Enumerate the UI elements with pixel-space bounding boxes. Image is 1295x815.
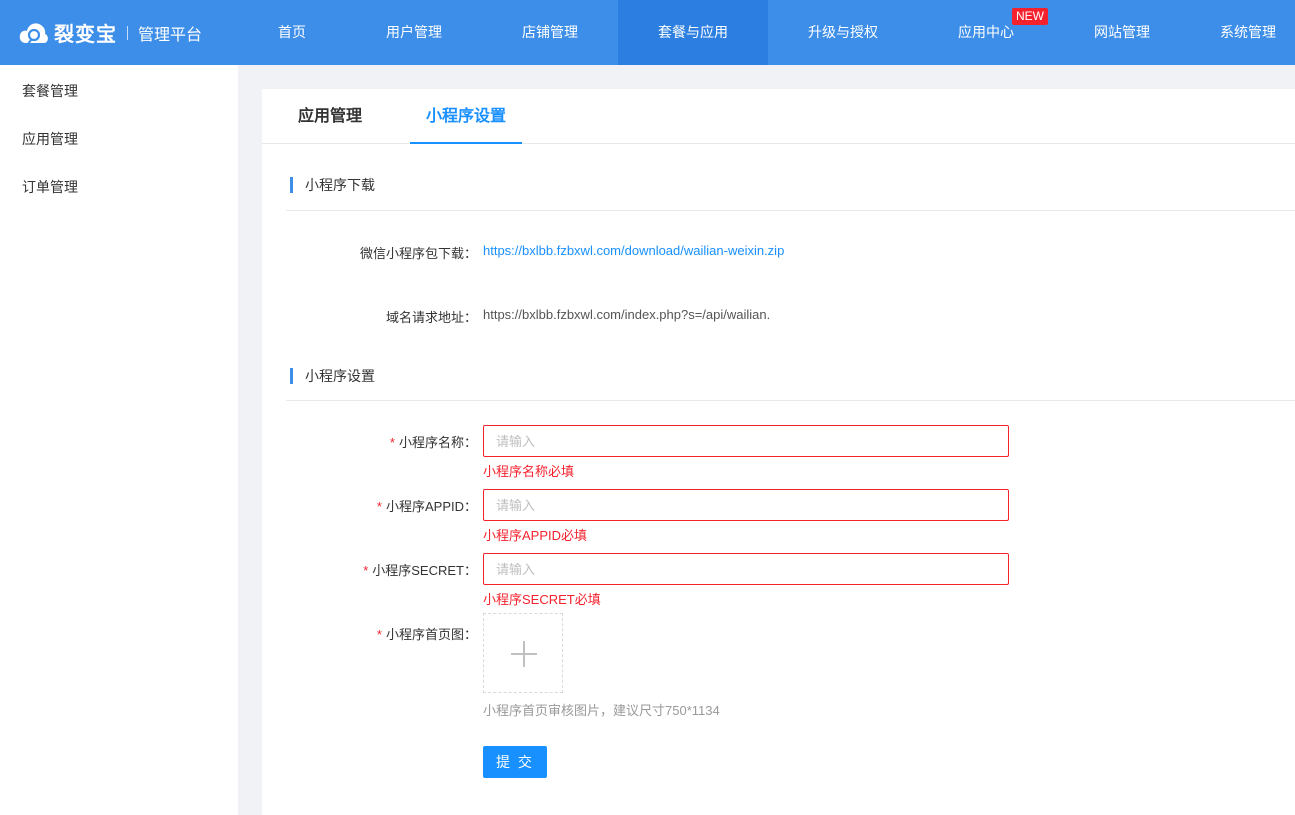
nav-item-label: 网站管理	[1094, 24, 1150, 40]
label-text: 小程序SECRET：	[372, 563, 477, 578]
nav-item-system[interactable]: 系统管理	[1190, 0, 1295, 65]
tab-app-management[interactable]: 应用管理	[282, 89, 378, 144]
miniprogram-appid-error: 小程序APPID必填	[483, 528, 588, 543]
nav-item-website[interactable]: 网站管理	[1054, 0, 1190, 65]
sidebar: 套餐管理 应用管理 订单管理	[0, 65, 238, 815]
top-nav: 首页 用户管理 店铺管理 套餐与应用 升级与授权 应用中心 NEW 网站管理 系…	[238, 0, 1295, 65]
homepage-image-upload[interactable]	[483, 613, 563, 693]
cloud-logo-icon	[18, 19, 50, 47]
sidebar-item-orders[interactable]: 订单管理	[22, 177, 78, 197]
tab-bar: 应用管理 小程序设置	[262, 89, 1295, 144]
nav-item-home[interactable]: 首页	[238, 0, 346, 65]
miniprogram-name-label: * 小程序名称：	[390, 432, 477, 451]
sidebar-item-packages[interactable]: 套餐管理	[22, 81, 78, 101]
required-mark: *	[363, 563, 369, 578]
domain-request-url: https://bxlbb.fzbxwl.com/index.php?s=/ap…	[483, 307, 771, 322]
miniprogram-secret-error: 小程序SECRET必填	[483, 592, 601, 607]
brand-divider	[127, 25, 128, 40]
tab-miniprogram-settings[interactable]: 小程序设置	[410, 89, 522, 144]
nav-item-label: 升级与授权	[808, 24, 878, 40]
homepage-image-label: * 小程序首页图：	[377, 624, 477, 643]
nav-item-label: 店铺管理	[522, 24, 578, 40]
label-text: 小程序首页图：	[385, 627, 477, 642]
nav-item-label: 套餐与应用	[658, 24, 728, 40]
label-text: 小程序名称：	[398, 435, 477, 450]
nav-item-label: 首页	[278, 24, 306, 40]
miniprogram-secret-label: * 小程序SECRET：	[363, 560, 477, 579]
label-text: 小程序APPID：	[385, 499, 477, 514]
nav-item-label: 系统管理	[1220, 24, 1276, 40]
sidebar-item-apps[interactable]: 应用管理	[22, 129, 78, 149]
section-divider	[286, 210, 1295, 211]
required-mark: *	[376, 627, 382, 642]
nav-item-upgrade-license[interactable]: 升级与授权	[768, 0, 918, 65]
miniprogram-name-input[interactable]	[483, 425, 1009, 457]
section-divider	[286, 400, 1295, 401]
miniprogram-appid-input[interactable]	[483, 489, 1009, 521]
main-panel: 应用管理 小程序设置 小程序下载 微信小程序包下载： https://bxlbb…	[262, 89, 1295, 815]
domain-request-label: 域名请求地址：	[385, 310, 477, 325]
miniprogram-appid-label: * 小程序APPID：	[377, 496, 477, 515]
brand-subtitle: 管理平台	[138, 26, 203, 44]
brand[interactable]: 裂变宝 管理平台	[0, 0, 238, 65]
nav-item-app-center[interactable]: 应用中心 NEW	[918, 0, 1054, 65]
submit-button[interactable]: 提 交	[483, 746, 547, 778]
nav-item-stores[interactable]: 店铺管理	[482, 0, 618, 65]
nav-item-users[interactable]: 用户管理	[346, 0, 482, 65]
package-download-link[interactable]: https://bxlbb.fzbxwl.com/download/wailia…	[483, 243, 784, 258]
brand-name: 裂变宝	[54, 24, 117, 46]
new-badge: NEW	[1012, 8, 1048, 25]
package-download-label: 微信小程序包下载：	[359, 246, 477, 261]
section-title-settings: 小程序设置	[290, 368, 375, 384]
nav-item-packages-apps[interactable]: 套餐与应用	[618, 0, 768, 65]
miniprogram-name-error: 小程序名称必填	[483, 464, 575, 479]
miniprogram-secret-input[interactable]	[483, 553, 1009, 585]
required-mark: *	[389, 435, 395, 450]
top-header: 裂变宝 管理平台 首页 用户管理 店铺管理 套餐与应用 升级与授权 应用中心 N…	[0, 0, 1295, 65]
nav-item-label: 用户管理	[386, 24, 442, 40]
section-title-download: 小程序下载	[290, 177, 375, 193]
required-mark: *	[376, 499, 382, 514]
nav-item-label: 应用中心	[958, 24, 1014, 40]
homepage-image-hint: 小程序首页审核图片，建议尺寸750*1134	[483, 703, 720, 718]
